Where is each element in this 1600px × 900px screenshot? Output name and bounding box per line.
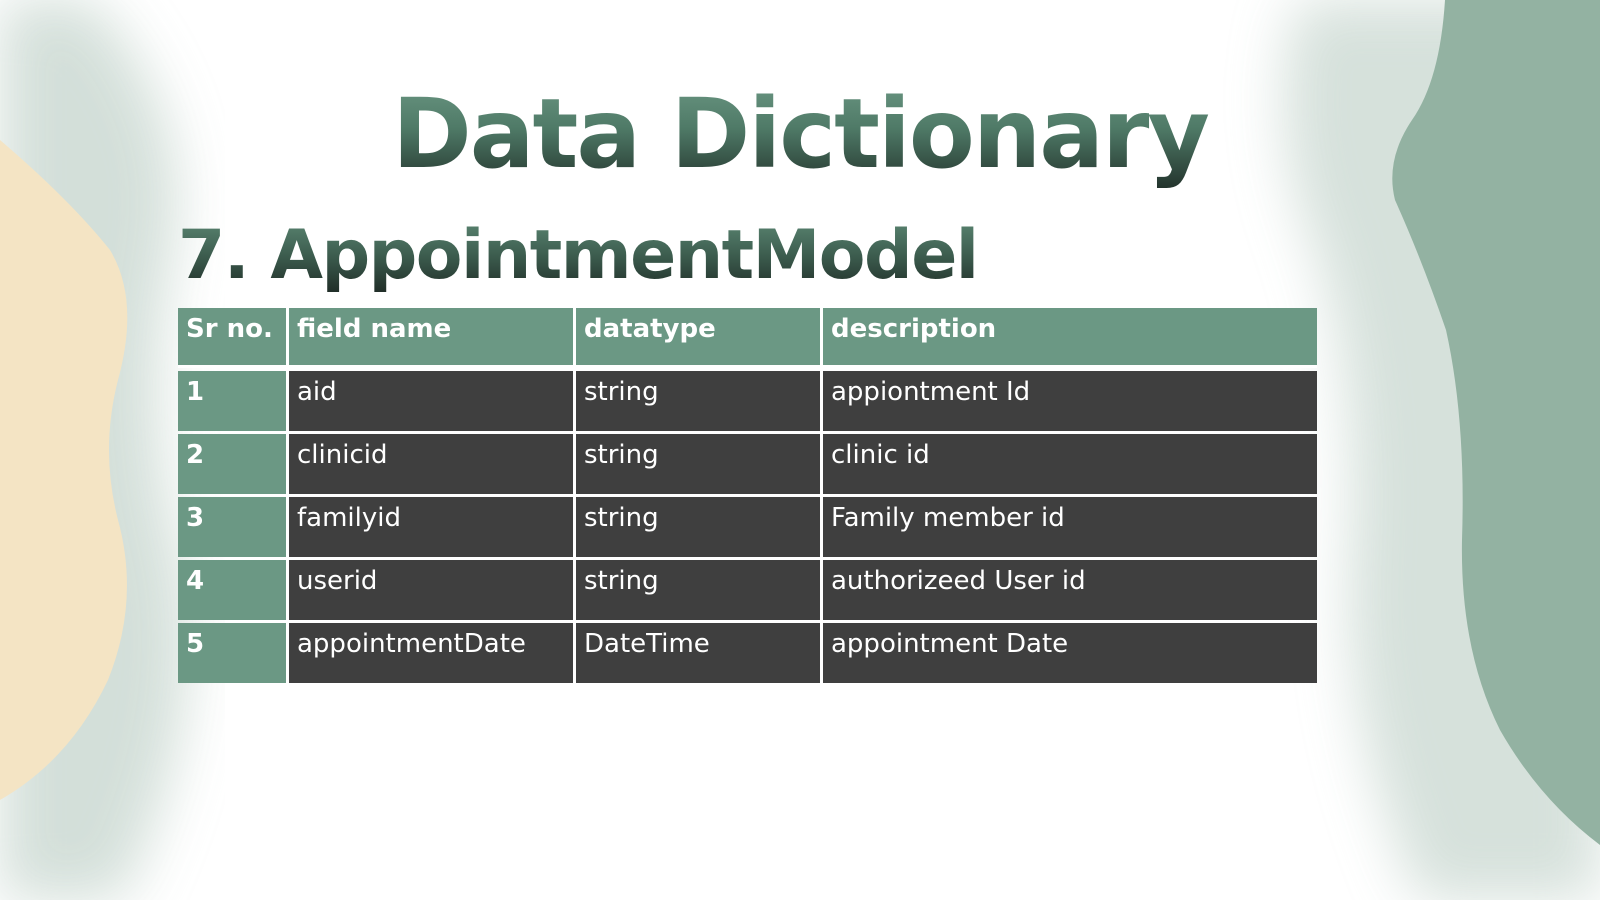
header-sr-no: Sr no. [178,308,286,368]
cell-datatype: string [576,497,820,557]
cell-field-name: appointmentDate [289,623,573,683]
cell-description: authorizeed User id [823,560,1317,620]
cell-sr-no: 3 [178,497,286,557]
cell-sr-no: 1 [178,371,286,431]
cell-description: Family member id [823,497,1317,557]
table-row: 5 appointmentDate DateTime appointment D… [178,623,1317,683]
table-header-row: Sr no. field name datatype description [178,308,1317,368]
cell-field-name: aid [289,371,573,431]
header-description: description [823,308,1317,368]
cell-datatype: string [576,434,820,494]
cell-field-name: userid [289,560,573,620]
cell-datatype: DateTime [576,623,820,683]
cell-sr-no: 2 [178,434,286,494]
slide: Data Dictionary 7. AppointmentModel Sr n… [0,0,1600,900]
header-field-name: field name [289,308,573,368]
table-row: 3 familyid string Family member id [178,497,1317,557]
table-row: 1 aid string appiontment Id [178,371,1317,431]
header-datatype: datatype [576,308,820,368]
cell-description: appiontment Id [823,371,1317,431]
cell-datatype: string [576,371,820,431]
cell-field-name: familyid [289,497,573,557]
cell-description: appointment Date [823,623,1317,683]
table-header: Sr no. field name datatype description [178,308,1317,368]
cell-field-name: clinicid [289,434,573,494]
table-row: 2 clinicid string clinic id [178,434,1317,494]
cell-sr-no: 5 [178,623,286,683]
data-dictionary-table: Sr no. field name datatype description 1… [175,305,1320,686]
cell-datatype: string [576,560,820,620]
table-row: 4 userid string authorizeed User id [178,560,1317,620]
slide-subtitle: 7. AppointmentModel [178,214,979,298]
slide-title: Data Dictionary [0,74,1600,194]
table-body: 1 aid string appiontment Id 2 clinicid s… [178,371,1317,683]
cell-sr-no: 4 [178,560,286,620]
cell-description: clinic id [823,434,1317,494]
